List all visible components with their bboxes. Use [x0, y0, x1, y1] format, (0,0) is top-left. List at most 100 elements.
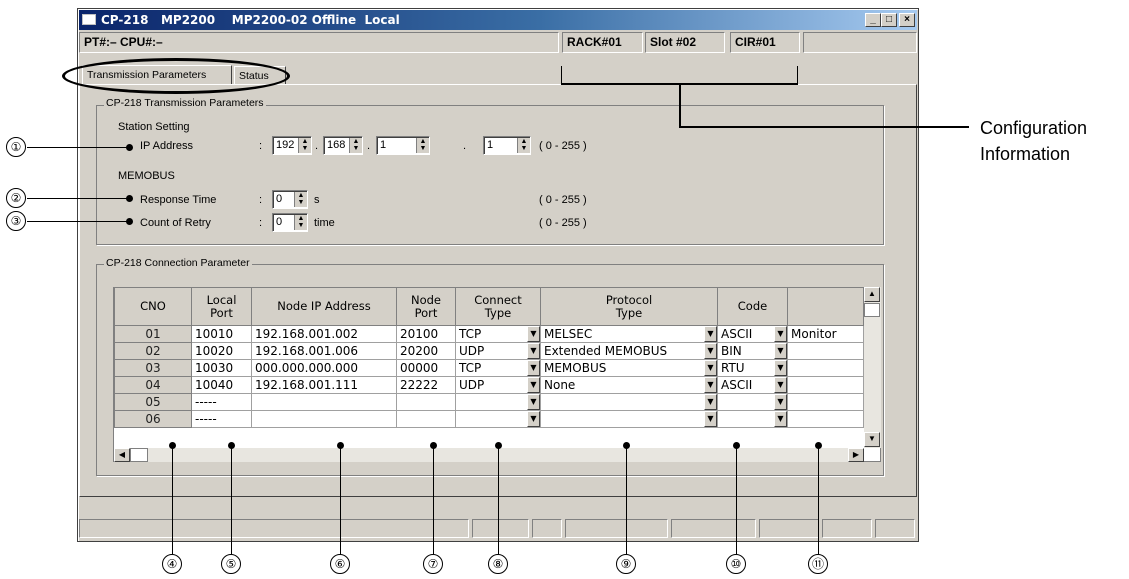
cno-cell[interactable]: 06	[114, 410, 192, 428]
col-header-cno[interactable]: CNO	[114, 287, 192, 326]
ip-octet-1-spinner[interactable]: 192 ▲ ▼	[272, 136, 312, 155]
cno-cell[interactable]: 01	[114, 325, 192, 343]
spin-arrows-icon[interactable]: ▲ ▼	[294, 192, 307, 207]
connect-type-cell[interactable]: ▼	[455, 393, 541, 411]
local-port-cell[interactable]: 10030	[191, 359, 252, 377]
scroll-left-icon[interactable]: ◀	[114, 448, 130, 462]
node-ip-cell[interactable]: 000.000.000.000	[251, 359, 397, 377]
protocol-type-cell[interactable]: Extended MEMOBUS ▼	[540, 342, 718, 360]
local-port-cell[interactable]: 10020	[191, 342, 252, 360]
dropdown-arrow-icon[interactable]: ▼	[704, 377, 717, 393]
local-port-cell[interactable]: 10010	[191, 325, 252, 343]
maximize-button[interactable]: □	[881, 13, 897, 27]
col-header-code[interactable]: Code	[717, 287, 788, 326]
dropdown-arrow-icon[interactable]: ▼	[704, 360, 717, 376]
table-row[interactable]: 02 10020 192.168.001.006 20200 UDP ▼ Extended …	[114, 342, 864, 360]
connect-type-cell[interactable]: UDP ▼	[455, 376, 541, 394]
connect-type-cell[interactable]: TCP ▼	[455, 359, 541, 377]
col-header-extra[interactable]	[787, 287, 864, 326]
node-ip-cell[interactable]: 192.168.001.002	[251, 325, 397, 343]
close-button[interactable]: ×	[899, 13, 915, 27]
connect-type-cell[interactable]: TCP ▼	[455, 325, 541, 343]
dropdown-arrow-icon[interactable]: ▼	[774, 394, 787, 410]
horizontal-scrollbar[interactable]: ◀ ▶	[114, 448, 864, 462]
protocol-type-cell[interactable]: ▼	[540, 393, 718, 411]
node-port-cell[interactable]: 20100	[396, 325, 456, 343]
col-header-local-port[interactable]: Local Port	[191, 287, 252, 326]
ip-octet-2-spinner[interactable]: 168 ▲ ▼	[323, 136, 363, 155]
table-row[interactable]: 04 10040 192.168.001.111 22222 UDP ▼ None ▼ ASCI…	[114, 376, 864, 394]
node-port-cell[interactable]	[396, 393, 456, 411]
code-cell[interactable]: ▼	[717, 410, 788, 428]
local-port-cell[interactable]: 10040	[191, 376, 252, 394]
code-cell[interactable]: ASCII ▼	[717, 325, 788, 343]
node-ip-cell[interactable]	[251, 410, 397, 428]
extra-cell[interactable]	[787, 410, 864, 428]
extra-cell[interactable]	[787, 359, 864, 377]
dropdown-arrow-icon[interactable]: ▼	[704, 343, 717, 359]
table-row[interactable]: 01 10010 192.168.001.002 20100 TCP ▼ MELSEC ▼ AS…	[114, 325, 864, 343]
response-time-spinner[interactable]: 0 ▲ ▼	[272, 190, 308, 209]
code-cell[interactable]: RTU ▼	[717, 359, 788, 377]
hscroll-thumb[interactable]	[130, 448, 148, 462]
node-ip-cell[interactable]: 192.168.001.111	[251, 376, 397, 394]
col-header-node-port[interactable]: Node Port	[396, 287, 456, 326]
spin-arrows-icon[interactable]: ▲ ▼	[294, 215, 307, 230]
dropdown-arrow-icon[interactable]: ▼	[527, 394, 540, 410]
vertical-scrollbar[interactable]: ▲ ▼	[864, 287, 881, 448]
resize-grip-icon[interactable]	[875, 519, 915, 538]
dropdown-arrow-icon[interactable]: ▼	[704, 326, 717, 342]
dropdown-arrow-icon[interactable]: ▼	[527, 326, 540, 342]
ip-octet-3-spinner[interactable]: 1 ▲ ▼	[376, 136, 430, 155]
dropdown-arrow-icon[interactable]: ▼	[704, 394, 717, 410]
table-row[interactable]: 05 ----- ▼ ▼ ▼	[114, 393, 864, 411]
local-port-cell[interactable]: -----	[191, 410, 252, 428]
node-port-cell[interactable]: 00000	[396, 359, 456, 377]
dropdown-arrow-icon[interactable]: ▼	[774, 326, 787, 342]
connect-type-cell[interactable]: UDP ▼	[455, 342, 541, 360]
protocol-type-cell[interactable]: MELSEC ▼	[540, 325, 718, 343]
cno-cell[interactable]: 05	[114, 393, 192, 411]
code-cell[interactable]: ASCII ▼	[717, 376, 788, 394]
cno-cell[interactable]: 04	[114, 376, 192, 394]
dropdown-arrow-icon[interactable]: ▼	[774, 411, 787, 427]
node-port-cell[interactable]: 22222	[396, 376, 456, 394]
cno-cell[interactable]: 03	[114, 359, 192, 377]
col-header-connect-type[interactable]: Connect Type	[455, 287, 541, 326]
title-bar[interactable]: CP-218 MP2200 MP2200-02 Offline Local _ …	[79, 10, 917, 30]
scroll-thumb[interactable]	[864, 303, 880, 317]
extra-cell[interactable]: Monitor	[787, 325, 864, 343]
code-cell[interactable]: ▼	[717, 393, 788, 411]
table-row[interactable]: 03 10030 000.000.000.000 00000 TCP ▼ MEMOBUS ▼ R…	[114, 359, 864, 377]
protocol-type-cell[interactable]: None ▼	[540, 376, 718, 394]
col-header-protocol-type[interactable]: Protocol Type	[540, 287, 718, 326]
node-ip-cell[interactable]	[251, 393, 397, 411]
node-port-cell[interactable]	[396, 410, 456, 428]
dropdown-arrow-icon[interactable]: ▼	[774, 343, 787, 359]
extra-cell[interactable]	[787, 342, 864, 360]
dropdown-arrow-icon[interactable]: ▼	[527, 377, 540, 393]
col-header-node-ip[interactable]: Node IP Address	[251, 287, 397, 326]
spin-arrows-icon[interactable]: ▲ ▼	[298, 138, 311, 153]
dropdown-arrow-icon[interactable]: ▼	[527, 411, 540, 427]
scroll-down-icon[interactable]: ▼	[864, 432, 880, 447]
dropdown-arrow-icon[interactable]: ▼	[527, 343, 540, 359]
scroll-right-icon[interactable]: ▶	[848, 448, 864, 462]
dropdown-arrow-icon[interactable]: ▼	[774, 360, 787, 376]
spin-arrows-icon[interactable]: ▲ ▼	[416, 138, 429, 153]
cno-cell[interactable]: 02	[114, 342, 192, 360]
dropdown-arrow-icon[interactable]: ▼	[774, 377, 787, 393]
connect-type-cell[interactable]: ▼	[455, 410, 541, 428]
protocol-type-cell[interactable]: MEMOBUS ▼	[540, 359, 718, 377]
scroll-up-icon[interactable]: ▲	[864, 287, 880, 302]
protocol-type-cell[interactable]: ▼	[540, 410, 718, 428]
dropdown-arrow-icon[interactable]: ▼	[704, 411, 717, 427]
extra-cell[interactable]	[787, 393, 864, 411]
node-ip-cell[interactable]: 192.168.001.006	[251, 342, 397, 360]
minimize-button[interactable]: _	[865, 13, 881, 27]
spin-arrows-icon[interactable]: ▲ ▼	[349, 138, 362, 153]
local-port-cell[interactable]: -----	[191, 393, 252, 411]
spin-arrows-icon[interactable]: ▲ ▼	[517, 138, 530, 153]
ip-octet-4-spinner[interactable]: 1 ▲ ▼	[483, 136, 531, 155]
extra-cell[interactable]	[787, 376, 864, 394]
